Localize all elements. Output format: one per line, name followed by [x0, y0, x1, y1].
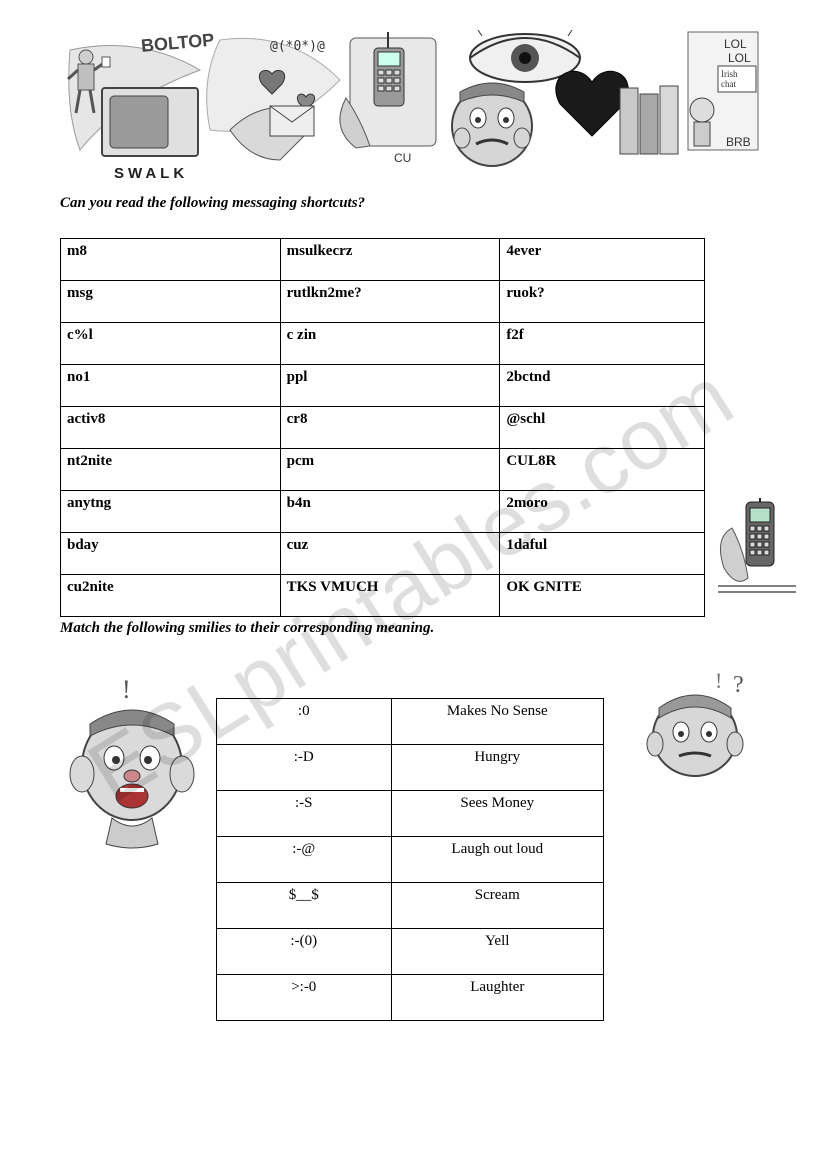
table-row: $__$Scream — [217, 883, 604, 929]
smiley-cell: :0 — [217, 699, 392, 745]
table-row: :-DHungry — [217, 745, 604, 791]
cu-text: CU — [394, 151, 411, 165]
brb-text: BRB — [726, 135, 751, 149]
table-row: msgrutlkn2me?ruok? — [61, 281, 705, 323]
phone-in-hand-illustration — [718, 498, 796, 594]
shortcut-cell: cuz — [280, 533, 500, 575]
table-row: m8msulkecrz4ever — [61, 239, 705, 281]
irish-text: Irish — [721, 69, 738, 79]
shortcut-cell: c%l — [61, 323, 281, 365]
smilies-table: :0Makes No Sense:-DHungry:-SSees Money:-… — [216, 698, 604, 1021]
shortcut-cell: rutlkn2me? — [280, 281, 500, 323]
shortcut-cell: 2bctnd — [500, 365, 705, 407]
meaning-cell: Makes No Sense — [391, 699, 603, 745]
svg-text:!: ! — [715, 668, 722, 693]
swalk-text: SWALK — [114, 165, 188, 180]
shortcut-cell: TKS VMUCH — [280, 575, 500, 617]
table-row: nt2nitepcmCUL8R — [61, 449, 705, 491]
worksheet-page: BOLTOP @(*0*)@ SWALK — [0, 0, 821, 1169]
heading-smilies: Match the following smilies to their cor… — [60, 620, 434, 637]
shortcut-cell: cu2nite — [61, 575, 281, 617]
shortcut-cell: bday — [61, 533, 281, 575]
shortcut-cell: m8 — [61, 239, 281, 281]
shortcuts-table: m8msulkecrz4evermsgrutlkn2me?ruok?c%lc z… — [60, 238, 705, 617]
svg-text:?: ? — [733, 672, 744, 698]
smiley-cell: :-(0) — [217, 929, 392, 975]
smiley-cell: :-D — [217, 745, 392, 791]
smiley-cell: :-@ — [217, 837, 392, 883]
shortcut-cell: f2f — [500, 323, 705, 365]
table-row: cu2niteTKS VMUCHOK GNITE — [61, 575, 705, 617]
table-row: :-SSees Money — [217, 791, 604, 837]
svg-text:chat: chat — [721, 79, 736, 89]
table-row: anytngb4n2moro — [61, 491, 705, 533]
header-collage-illustration: BOLTOP @(*0*)@ SWALK — [60, 30, 760, 180]
smiley-cell: :-S — [217, 791, 392, 837]
lol-text-2: LOL — [728, 51, 751, 65]
smiley-cell: >:-0 — [217, 975, 392, 1021]
table-row: :0Makes No Sense — [217, 699, 604, 745]
shortcut-cell: @schl — [500, 407, 705, 449]
smiley-cell: $__$ — [217, 883, 392, 929]
table-row: bdaycuz1daful — [61, 533, 705, 575]
table-row: c%lc zinf2f — [61, 323, 705, 365]
table-row: >:-0Laughter — [217, 975, 604, 1021]
shortcut-cell: ppl — [280, 365, 500, 407]
meaning-cell: Sees Money — [391, 791, 603, 837]
shortcut-cell: msulkecrz — [280, 239, 500, 281]
meaning-cell: Yell — [391, 929, 603, 975]
shortcut-cell: msg — [61, 281, 281, 323]
svg-text:!: ! — [122, 676, 131, 704]
shortcut-cell: OK GNITE — [500, 575, 705, 617]
shortcut-cell: anytng — [61, 491, 281, 533]
shortcut-cell: 1daful — [500, 533, 705, 575]
shortcut-cell: b4n — [280, 491, 500, 533]
shortcut-cell: cr8 — [280, 407, 500, 449]
ascii-text: @(*0*)@ — [270, 39, 325, 54]
meaning-cell: Hungry — [391, 745, 603, 791]
meaning-cell: Laughter — [391, 975, 603, 1021]
shortcut-cell: nt2nite — [61, 449, 281, 491]
shortcut-cell: CUL8R — [500, 449, 705, 491]
shortcut-cell: 2moro — [500, 491, 705, 533]
shortcut-cell: 4ever — [500, 239, 705, 281]
shortcut-cell: no1 — [61, 365, 281, 407]
boltop-text: BOLTOP — [140, 30, 215, 56]
lol-text-1: LOL — [724, 37, 747, 51]
table-row: activ8cr8@schl — [61, 407, 705, 449]
meaning-cell: Laugh out loud — [391, 837, 603, 883]
heading-shortcuts: Can you read the following messaging sho… — [60, 195, 365, 212]
surprised-face-illustration: ! — [62, 676, 202, 856]
shortcut-cell: ruok? — [500, 281, 705, 323]
table-row: :-@Laugh out loud — [217, 837, 604, 883]
shortcut-cell: activ8 — [61, 407, 281, 449]
shortcut-cell: pcm — [280, 449, 500, 491]
meaning-cell: Scream — [391, 883, 603, 929]
shortcut-cell: c zin — [280, 323, 500, 365]
table-row: :-(0)Yell — [217, 929, 604, 975]
confused-face-illustration: ! ? — [641, 664, 771, 784]
table-row: no1ppl2bctnd — [61, 365, 705, 407]
